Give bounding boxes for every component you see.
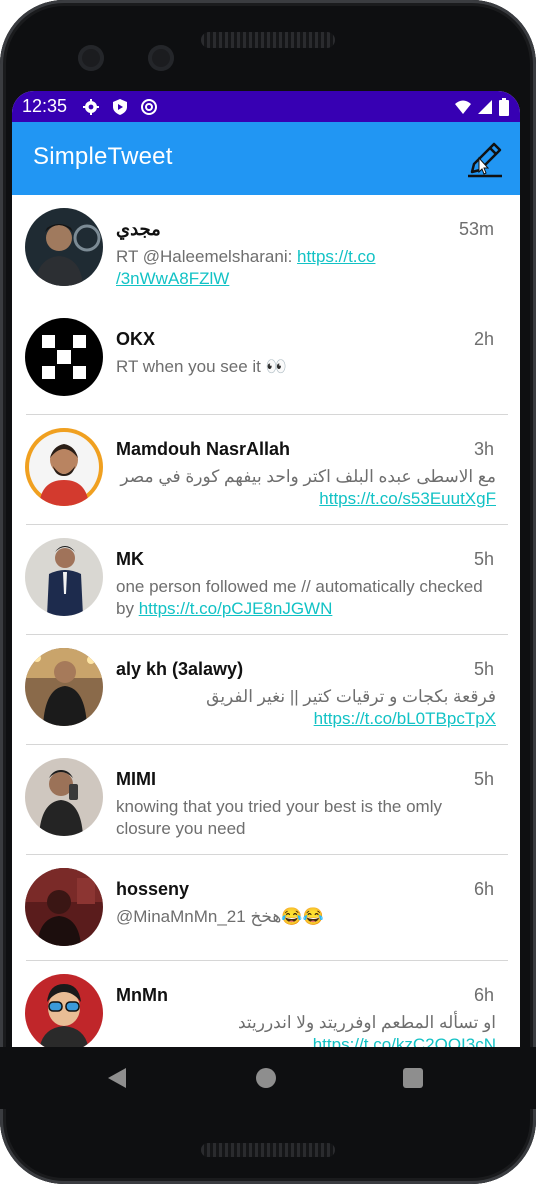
tweet-username: aly kh (3alawy) (116, 659, 244, 679)
settings-icon (83, 99, 99, 115)
avatar-image (25, 538, 103, 616)
avatar-image (25, 208, 103, 286)
avatar[interactable] (25, 318, 103, 396)
tweet-text: فرقعة بكجات و ترقيات كتير || نغير الفريق (206, 687, 496, 706)
tweet-time: 5h (473, 659, 494, 679)
tweet-username: OKX (116, 329, 156, 349)
pencil-compose-icon[interactable] (464, 138, 508, 182)
tweet-text: او تسأله المطعم اوفرريتد ولا اندرريتد (237, 1013, 496, 1032)
tweet-item[interactable]: aly kh (3alawy) 5h فرقعة بكجات و ترقيات … (12, 635, 520, 745)
tweet-time: 6h (473, 985, 494, 1005)
tweet-list[interactable]: مجدي 53m RT @Haleemelsharani: https://t.… (12, 195, 520, 1047)
phone-frame: 12:35 SimpleTweet مجدي 53m RT @Haleemels… (0, 0, 536, 1184)
avatar-image (25, 648, 103, 726)
app-title: SimpleTweet (33, 143, 173, 170)
tweet-text: RT @Haleemelsharani: (116, 247, 298, 266)
tweet-username: hosseny (116, 879, 190, 899)
tweet-item[interactable]: OKX 2h RT when you see it 👀 (12, 305, 520, 415)
tweet-body: RT @Haleemelsharani: https://t.co /3nWwA… (116, 246, 496, 290)
avatar-image (25, 974, 103, 1047)
tweet-link[interactable]: https://t.co/bL0TBpcTpX (314, 709, 496, 728)
back-icon[interactable] (108, 1068, 126, 1088)
tweet-link[interactable]: https://t.co/pCJE8nJGWN (139, 599, 333, 618)
battery-icon (499, 98, 509, 116)
okx-logo (25, 318, 103, 396)
tweet-body: @MinaMnMn_21 هخخ😂😂 (116, 906, 496, 928)
tweet-body: RT when you see it 👀 (116, 356, 496, 378)
tweet-item[interactable]: MnMn 6h او تسأله المطعم اوفرريتد ولا اند… (12, 961, 520, 1047)
tweet-username: MnMn (116, 985, 168, 1005)
tweet-text: @MinaMnMn_21 هخخ😂😂 (116, 907, 324, 926)
tweet-item[interactable]: MK 5h one person followed me // automati… (12, 525, 520, 635)
tweet-username: مجدي (116, 219, 161, 239)
screen: 12:35 SimpleTweet مجدي 53m RT @Haleemels… (12, 91, 520, 1047)
tweet-time: 6h (473, 879, 494, 899)
tweet-link[interactable]: https://t.co/kzC2OOI3cN (313, 1035, 496, 1047)
recents-icon[interactable] (403, 1068, 423, 1088)
tweet-item[interactable]: مجدي 53m RT @Haleemelsharani: https://t.… (12, 195, 520, 305)
tweet-time: 2h (473, 329, 494, 349)
wifi-icon (455, 100, 471, 114)
avatar[interactable] (25, 648, 103, 726)
tweet-username: Mamdouh NasrAllah (116, 439, 291, 459)
tweet-text: knowing that you tried your best is the … (116, 797, 442, 838)
avatar[interactable] (25, 538, 103, 616)
home-icon[interactable] (256, 1068, 276, 1088)
avatar-image (25, 758, 103, 836)
avatar[interactable] (25, 758, 103, 836)
tweet-body: فرقعة بكجات و ترقيات كتير || نغير الفريق… (116, 686, 496, 730)
tweet-username: MK (116, 549, 144, 569)
earpiece-speaker (201, 32, 335, 48)
tweet-time: 3h (473, 439, 494, 459)
tweet-time: 5h (473, 769, 494, 789)
tweet-time: 53m (458, 219, 494, 239)
front-camera (78, 45, 104, 71)
sync-icon (141, 99, 157, 115)
avatar-image (25, 868, 103, 946)
signal-icon (478, 100, 492, 114)
tweet-item[interactable]: hosseny 6h @MinaMnMn_21 هخخ😂😂 (12, 855, 520, 965)
bottom-speaker (201, 1143, 335, 1157)
tweet-body: one person followed me // automatically … (116, 576, 496, 620)
tweet-text: RT when you see it 👀 (116, 357, 287, 376)
avatar[interactable] (25, 974, 103, 1047)
tweet-link[interactable]: https://t.co/s53EuutXgF (319, 489, 496, 508)
tweet-item[interactable]: Mamdouh NasrAllah 3h مع الاسطى عبده البل… (12, 415, 520, 525)
tweet-body: او تسأله المطعم اوفرريتد ولا اندرريتد ht… (116, 1012, 496, 1047)
status-bar: 12:35 (12, 91, 520, 122)
tweet-body: مع الاسطى عبده البلف اكتر واحد بيفهم كور… (116, 466, 496, 510)
tweet-username: MIMI (116, 769, 156, 789)
app-bar: SimpleTweet (12, 122, 520, 195)
tweet-body: knowing that you tried your best is the … (116, 796, 496, 840)
front-sensor (148, 45, 174, 71)
avatar[interactable] (25, 428, 103, 506)
avatar[interactable] (25, 868, 103, 946)
play-protect-icon (113, 99, 127, 115)
tweet-time: 5h (473, 549, 494, 569)
avatar[interactable] (25, 208, 103, 286)
avatar-image (25, 428, 103, 506)
tweet-item[interactable]: MIMI 5h knowing that you tried your best… (12, 745, 520, 855)
status-time: 12:35 (22, 96, 68, 116)
tweet-text: مع الاسطى عبده البلف اكتر واحد بيفهم كور… (120, 467, 496, 486)
